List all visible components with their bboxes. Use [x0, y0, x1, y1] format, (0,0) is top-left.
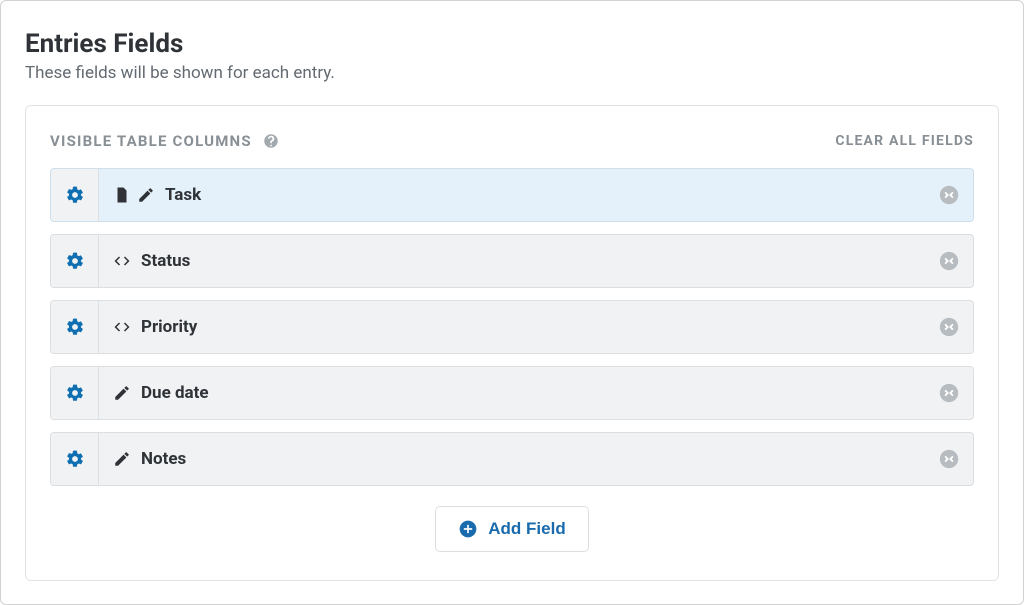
page-subtitle: These fields will be shown for each entr…: [25, 63, 999, 83]
remove-field-button[interactable]: [925, 235, 973, 287]
remove-field-button[interactable]: [925, 301, 973, 353]
field-label: Priority: [141, 317, 197, 337]
card-title: VISIBLE TABLE COLUMNS: [50, 132, 280, 150]
card-title-text: VISIBLE TABLE COLUMNS: [50, 132, 252, 150]
add-field-wrap: Add Field: [50, 506, 974, 552]
gear-icon: [65, 383, 85, 403]
code-icon: [113, 252, 131, 270]
field-row[interactable]: Task: [50, 168, 974, 222]
code-icon: [113, 318, 131, 336]
field-settings-button[interactable]: [51, 433, 99, 485]
entries-fields-panel: Entries Fields These fields will be show…: [0, 0, 1024, 605]
visible-columns-card: VISIBLE TABLE COLUMNS CLEAR ALL FIELDS T…: [25, 105, 999, 581]
page-title: Entries Fields: [25, 29, 999, 59]
field-label-cell[interactable]: Due date: [99, 367, 925, 419]
field-type-icons: [113, 252, 131, 270]
remove-field-button[interactable]: [925, 367, 973, 419]
add-field-button[interactable]: Add Field: [435, 506, 588, 552]
gear-icon: [65, 251, 85, 271]
field-label-cell[interactable]: Task: [99, 169, 925, 221]
field-label-cell[interactable]: Notes: [99, 433, 925, 485]
close-circle-icon: [938, 316, 960, 338]
field-settings-button[interactable]: [51, 235, 99, 287]
field-type-icons: [113, 318, 131, 336]
remove-field-button[interactable]: [925, 433, 973, 485]
field-settings-button[interactable]: [51, 301, 99, 353]
gear-icon: [65, 317, 85, 337]
field-row[interactable]: Status: [50, 234, 974, 288]
field-settings-button[interactable]: [51, 367, 99, 419]
field-row[interactable]: Priority: [50, 300, 974, 354]
field-type-icons: [113, 186, 155, 204]
fields-list: Task Status Priority Due date Notes: [50, 168, 974, 486]
clear-all-fields-button[interactable]: CLEAR ALL FIELDS: [835, 133, 974, 149]
field-row[interactable]: Notes: [50, 432, 974, 486]
pencil-icon: [113, 450, 131, 468]
field-label-cell[interactable]: Status: [99, 235, 925, 287]
field-label-cell[interactable]: Priority: [99, 301, 925, 353]
close-circle-icon: [938, 382, 960, 404]
field-row[interactable]: Due date: [50, 366, 974, 420]
help-icon[interactable]: [262, 132, 280, 150]
field-settings-button[interactable]: [51, 169, 99, 221]
add-field-label: Add Field: [488, 519, 565, 539]
card-header: VISIBLE TABLE COLUMNS CLEAR ALL FIELDS: [50, 132, 974, 150]
close-circle-icon: [938, 184, 960, 206]
field-label: Notes: [141, 449, 186, 469]
file-icon: [113, 186, 131, 204]
close-circle-icon: [938, 250, 960, 272]
field-label: Task: [165, 185, 201, 205]
pencil-icon: [137, 186, 155, 204]
field-type-icons: [113, 450, 131, 468]
pencil-icon: [113, 384, 131, 402]
gear-icon: [65, 449, 85, 469]
plus-circle-icon: [458, 519, 478, 539]
field-type-icons: [113, 384, 131, 402]
field-label: Due date: [141, 383, 209, 403]
remove-field-button[interactable]: [925, 169, 973, 221]
close-circle-icon: [938, 448, 960, 470]
gear-icon: [65, 185, 85, 205]
field-label: Status: [141, 251, 190, 271]
